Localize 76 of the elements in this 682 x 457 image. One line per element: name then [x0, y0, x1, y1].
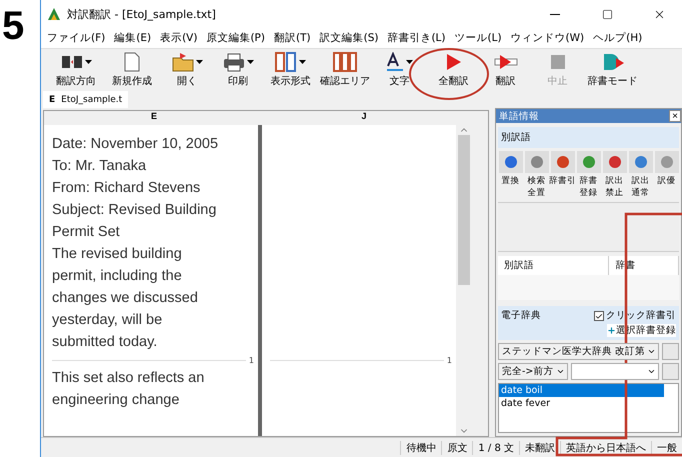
- window-title: 対訳翻訳 - [EtoJ_sample.txt]: [67, 6, 217, 22]
- source-text-line: changes we discussed: [51, 289, 199, 308]
- status-field: 未翻訳: [519, 440, 560, 454]
- menu-item[interactable]: 編集(E): [114, 31, 152, 45]
- section-label: 電子辞典: [501, 309, 541, 322]
- panel-tool-button[interactable]: 訳優: [654, 150, 679, 198]
- section-label: 別訳語: [498, 127, 679, 148]
- menu-item[interactable]: ツール(L): [454, 31, 502, 45]
- column-header: J: [360, 111, 368, 123]
- toolbar-button[interactable]: 新規作成: [103, 52, 161, 88]
- columns-icon: [333, 52, 357, 72]
- column-header: E: [150, 111, 158, 123]
- app-logo-icon: [47, 7, 61, 21]
- status-field: 英語から日本語へ: [560, 440, 651, 454]
- source-text-line: permit, including the: [51, 267, 183, 286]
- source-text-line: The revised building: [51, 245, 183, 264]
- panel-tool-button[interactable]: 訳出禁止: [602, 150, 627, 198]
- match-dropdown[interactable]: 完全->前方: [498, 363, 568, 380]
- segment-number: 1: [446, 356, 452, 364]
- maximize-icon: [602, 8, 612, 20]
- click-lookup-checkbox[interactable]: クリック辞書引: [594, 309, 676, 322]
- status-field: 一般: [651, 440, 682, 454]
- document-tab[interactable]: E EtoJ_sample.t: [43, 91, 128, 108]
- source-text-line: From: Richard Stevens: [51, 179, 202, 198]
- toolbar-button[interactable]: 表示形式: [263, 52, 318, 88]
- panel-tool-button[interactable]: 訳出通常: [628, 150, 653, 198]
- toolbar-button[interactable]: 辞書モード: [584, 52, 641, 88]
- toolbar-button[interactable]: 全翻訳: [427, 52, 480, 88]
- font-size-icon: [386, 52, 404, 72]
- menu-item[interactable]: 原文編集(P): [206, 31, 265, 45]
- source-text-line: submitted today.: [51, 333, 158, 352]
- menu-item[interactable]: ファイル(F): [47, 31, 106, 45]
- menu-item[interactable]: ウィンドウ(W): [510, 31, 584, 45]
- menu-item[interactable]: 訳文編集(S): [320, 31, 378, 45]
- toolbar-button[interactable]: 確認エリア: [318, 52, 372, 88]
- result-item[interactable]: date boil: [499, 384, 664, 398]
- plus-icon: [607, 326, 616, 336]
- toolbar-button[interactable]: 開く: [161, 52, 213, 88]
- direction-icon: [60, 54, 82, 70]
- check-icon: [595, 312, 603, 321]
- panel-tool-button[interactable]: 辞書登録: [576, 150, 601, 198]
- panel-tool-button[interactable]: 置換: [498, 150, 523, 198]
- source-text-line: This set also reflects an: [51, 369, 206, 388]
- panel-title: 単語情報: [499, 110, 539, 123]
- segment-number: 1: [248, 356, 254, 364]
- source-text-line: yesterday, will be: [51, 311, 164, 330]
- source-text-line: To: Mr. Tanaka: [51, 157, 148, 176]
- document-icon: [124, 52, 140, 72]
- toolbar-button[interactable]: 翻訳方向: [49, 52, 103, 88]
- source-text-line: Permit Set: [51, 223, 121, 242]
- result-item[interactable]: date fever: [499, 397, 664, 410]
- source-text-line: Subject: Revised Building: [51, 201, 218, 220]
- toolbar-button[interactable]: 文字: [372, 52, 427, 88]
- printer-icon: [222, 52, 244, 72]
- status-field: 原文: [441, 440, 472, 454]
- play-arrow-icon: [494, 53, 518, 71]
- toolbar-button[interactable]: 印刷: [213, 52, 263, 88]
- source-text-line: Date: November 10, 2005: [51, 135, 220, 154]
- menu-item[interactable]: 翻訳(T): [274, 31, 311, 45]
- menu-item[interactable]: 辞書引き(L): [387, 31, 446, 45]
- play-icon: [446, 53, 462, 71]
- close-button[interactable]: ×: [669, 110, 681, 122]
- menu-item[interactable]: ヘルプ(H): [593, 31, 642, 45]
- source-text-line: engineering change: [51, 391, 180, 410]
- columns-icon: [275, 52, 297, 72]
- toolbar-button[interactable]: 翻訳: [480, 52, 531, 88]
- search-combo[interactable]: [571, 363, 659, 380]
- status-field: 1 / 8 文: [472, 440, 519, 454]
- stop-icon: [550, 55, 564, 69]
- status-field: 待機中: [400, 440, 442, 454]
- dictionary-dropdown[interactable]: ステッドマン医学大辞典 改訂第: [498, 343, 659, 360]
- step-number: 5: [1, 3, 26, 50]
- panel-tool-button[interactable]: 検索全置: [524, 150, 549, 198]
- folder-icon: [172, 52, 194, 72]
- panel-tool-button[interactable]: 辞書引: [550, 150, 575, 198]
- menu-item[interactable]: 表示(V): [160, 31, 198, 45]
